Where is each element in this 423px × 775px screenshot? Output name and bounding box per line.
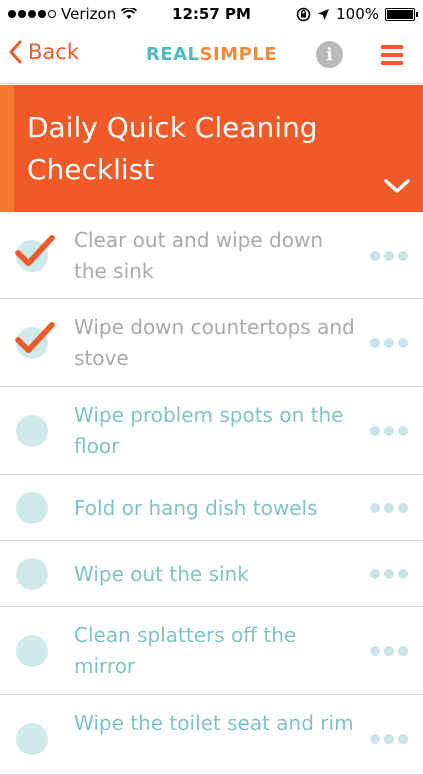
checklist-item-text: Fold or hang dish towels [74, 496, 318, 520]
carrier-name: Verizon [61, 5, 117, 23]
battery-icon [385, 7, 418, 21]
signal-strength-icon [8, 10, 56, 18]
checklist-item-text: Wipe out the sink [74, 562, 249, 586]
location-arrow-icon [318, 8, 330, 20]
more-dots-icon[interactable] [370, 425, 414, 437]
brand-simple: SIMPLE [199, 44, 278, 65]
brand-real: REAL [145, 44, 200, 65]
checkbox[interactable] [16, 723, 48, 755]
checkbox[interactable] [16, 558, 48, 590]
checklist-item[interactable]: Wipe problem spots on the floor [0, 387, 423, 475]
wifi-icon [121, 8, 138, 19]
checklist-item[interactable]: Wipe the toilet seat and rim [0, 695, 423, 775]
checklist-header[interactable]: Daily Quick Cleaning Checklist [0, 85, 423, 212]
status-left: Verizon [8, 5, 138, 23]
more-dots-icon[interactable] [370, 250, 414, 262]
more-dots-icon[interactable] [370, 645, 414, 657]
checklist-item[interactable]: Fold or hang dish towels [0, 475, 423, 541]
more-dots-icon[interactable] [370, 568, 414, 580]
hamburger-menu-icon[interactable] [381, 45, 403, 65]
checklist-title: Daily Quick Cleaning Checklist [27, 111, 318, 186]
back-button[interactable]: Back [8, 40, 79, 64]
more-dots-icon[interactable] [370, 337, 414, 349]
checklist: Clear out and wipe down the sink Wipe dow… [0, 212, 423, 775]
nav-bar: Back REALSIMPLE i [0, 28, 423, 84]
info-icon: i [326, 44, 333, 65]
status-right: 100% [296, 5, 418, 23]
status-bar: Verizon 12:57 PM 100% [0, 0, 423, 28]
checkmark-icon [15, 234, 55, 267]
chevron-left-icon [9, 40, 22, 64]
checklist-item[interactable]: Wipe out the sink [0, 541, 423, 607]
rotation-lock-icon [296, 7, 311, 21]
banner-accent-strip [0, 85, 14, 212]
back-label: Back [28, 40, 79, 64]
checkbox[interactable] [16, 492, 48, 524]
more-dots-icon[interactable] [370, 502, 414, 514]
checklist-item-text: Clear out and wipe down the sink [74, 228, 323, 283]
checklist-item-text: Wipe problem spots on the floor [74, 403, 344, 458]
checklist-item-text: Clean splatters off the mirror [74, 623, 297, 678]
checkbox[interactable] [16, 635, 48, 667]
checklist-item[interactable]: Wipe down countertops and stove [0, 299, 423, 387]
checklist-item-text: Wipe the toilet seat and rim [74, 711, 354, 735]
checkmark-icon [15, 321, 55, 354]
chevron-down-icon[interactable] [383, 178, 411, 194]
more-dots-icon[interactable] [370, 733, 414, 745]
checkbox[interactable] [16, 415, 48, 447]
info-button[interactable]: i [316, 41, 343, 68]
checklist-item[interactable]: Clear out and wipe down the sink [0, 212, 423, 299]
battery-percent: 100% [336, 5, 379, 23]
checklist-item-text: Wipe down countertops and stove [74, 315, 355, 370]
checklist-item[interactable]: Clean splatters off the mirror [0, 607, 423, 695]
